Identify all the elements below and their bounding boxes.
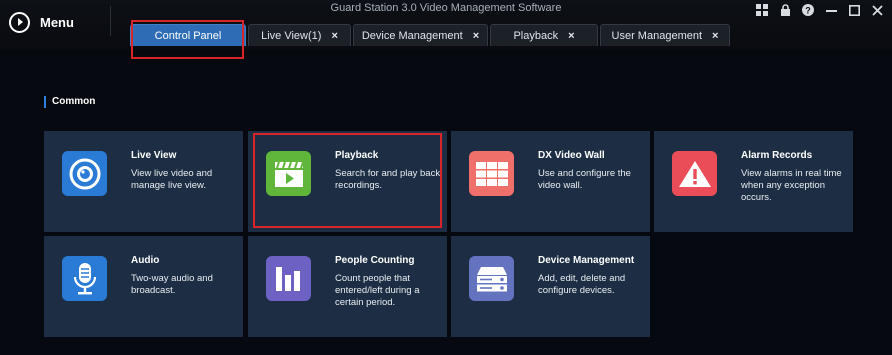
video-wall-icon xyxy=(469,151,514,196)
highlight-box-playback xyxy=(253,133,442,228)
maximize-icon[interactable] xyxy=(847,3,861,17)
minimize-icon[interactable] xyxy=(824,3,838,17)
card-title: Device Management xyxy=(538,255,635,266)
warning-icon xyxy=(672,151,717,196)
card-description: Use and configure the video wall. xyxy=(538,168,631,191)
device-icon xyxy=(469,256,514,301)
card-description: Add, edit, delete and configure devices. xyxy=(538,273,626,296)
menu-arrow-icon xyxy=(9,11,30,33)
help-icon[interactable]: ? xyxy=(801,3,815,17)
tab-label: Playback xyxy=(513,29,559,42)
window-controls: ? xyxy=(755,3,884,17)
card-title: Audio xyxy=(131,255,160,266)
close-tab-icon[interactable]: × xyxy=(331,30,337,42)
card-device-management[interactable]: Device Management Add, edit, delete and … xyxy=(451,236,650,337)
layout-icon[interactable] xyxy=(755,3,769,17)
card-title: Alarm Records xyxy=(741,150,813,161)
lock-icon[interactable] xyxy=(778,3,792,17)
close-tab-icon[interactable]: × xyxy=(568,30,574,42)
card-alarm-records[interactable]: Alarm Records View alarms in real time w… xyxy=(654,131,853,232)
tab-label: User Management xyxy=(611,29,703,42)
tab-user-management[interactable]: User Management × xyxy=(600,24,730,46)
close-tab-icon[interactable]: × xyxy=(712,30,718,42)
tab-label: Device Management xyxy=(361,29,463,42)
svg-text:?: ? xyxy=(805,6,811,16)
tab-live-view[interactable]: Live View(1) × xyxy=(248,24,351,46)
section-title-common: Common xyxy=(44,96,95,108)
card-dx-video-wall[interactable]: DX Video Wall Use and configure the vide… xyxy=(451,131,650,232)
tab-label: Live View(1) xyxy=(261,29,322,42)
card-people-counting[interactable]: People Counting Count people that entere… xyxy=(248,236,447,337)
close-tab-icon[interactable]: × xyxy=(473,30,479,42)
card-description: Count people that entered/left during a … xyxy=(335,273,420,308)
bar-chart-icon xyxy=(266,256,311,301)
tab-playback[interactable]: Playback × xyxy=(490,24,598,46)
card-title: People Counting xyxy=(335,255,415,266)
tab-device-management[interactable]: Device Management × xyxy=(353,24,488,46)
camera-icon xyxy=(62,151,107,196)
highlight-box-control-panel xyxy=(131,20,244,59)
card-description: View alarms in real time when any except… xyxy=(741,168,842,203)
card-live-view[interactable]: Live View View live video and manage liv… xyxy=(44,131,243,232)
card-title: Live View xyxy=(131,150,177,161)
card-audio[interactable]: Audio Two-way audio and broadcast. xyxy=(44,236,243,337)
microphone-icon xyxy=(62,256,107,301)
card-description: View live video and manage live view. xyxy=(131,168,213,191)
card-title: DX Video Wall xyxy=(538,150,605,161)
card-description: Two-way audio and broadcast. xyxy=(131,273,213,296)
close-window-icon[interactable] xyxy=(870,3,884,17)
menu-label: Menu xyxy=(40,14,74,30)
